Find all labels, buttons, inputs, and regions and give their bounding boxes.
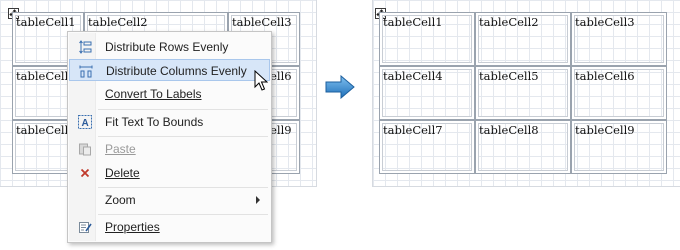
menu-separator [98, 109, 268, 110]
fit-text-icon: A [78, 115, 92, 129]
distribute-columns-icon [79, 64, 93, 78]
menu-separator [98, 136, 268, 137]
delete-icon [78, 166, 92, 180]
svg-text:A: A [82, 118, 89, 129]
submenu-arrow-icon [256, 196, 260, 204]
menu-item-label: Zoom [105, 193, 136, 207]
table-cell[interactable]: tableCell7 [379, 120, 475, 174]
properties-icon [78, 220, 92, 234]
menu-item-delete[interactable]: Delete [69, 162, 270, 184]
menu-separator [98, 187, 268, 188]
menu-item-properties[interactable]: Properties [69, 216, 270, 238]
menu-separator [98, 214, 268, 215]
menu-item-distribute-rows[interactable]: Distribute Rows Evenly [69, 36, 270, 58]
table-cell[interactable]: tableCell8 [475, 120, 571, 174]
menu-item-label: Delete [105, 166, 140, 180]
menu-item-label: Fit Text To Bounds [105, 115, 204, 129]
table-cell[interactable]: tableCell3 [571, 12, 667, 66]
table-cell[interactable]: tableCell2 [475, 12, 571, 66]
table-cell[interactable]: tableCell9 [571, 120, 667, 174]
table-cell[interactable]: tableCell4 [379, 66, 475, 120]
menu-item-label: Distribute Columns Evenly [106, 64, 247, 78]
context-menu: Distribute Rows Evenly Distribute Column… [67, 31, 272, 243]
menu-item-zoom[interactable]: Zoom [69, 189, 270, 211]
menu-item-label: Distribute Rows Evenly [105, 40, 229, 54]
paste-icon [78, 142, 92, 156]
table-cell[interactable]: tableCell6 [571, 66, 667, 120]
menu-item-label: Paste [105, 142, 136, 156]
menu-item-label: Convert To Labels [105, 87, 202, 101]
table-cell[interactable]: tableCell5 [475, 66, 571, 120]
transition-arrow-icon [325, 75, 355, 99]
table-cell[interactable]: tableCell1 [379, 12, 475, 66]
menu-item-distribute-columns[interactable]: Distribute Columns Evenly [69, 59, 270, 81]
report-design-surface-after[interactable]: tableCell1 tableCell2 tableCell3 tableCe… [372, 0, 680, 187]
menu-item-paste[interactable]: Paste [69, 138, 270, 160]
menu-item-label: Properties [105, 220, 160, 234]
menu-item-convert-to-labels[interactable]: Convert To Labels [69, 83, 270, 105]
distribute-rows-icon [78, 40, 92, 54]
menu-item-fit-text-to-bounds[interactable]: A Fit Text To Bounds [69, 111, 270, 133]
mouse-cursor-icon [254, 70, 268, 91]
